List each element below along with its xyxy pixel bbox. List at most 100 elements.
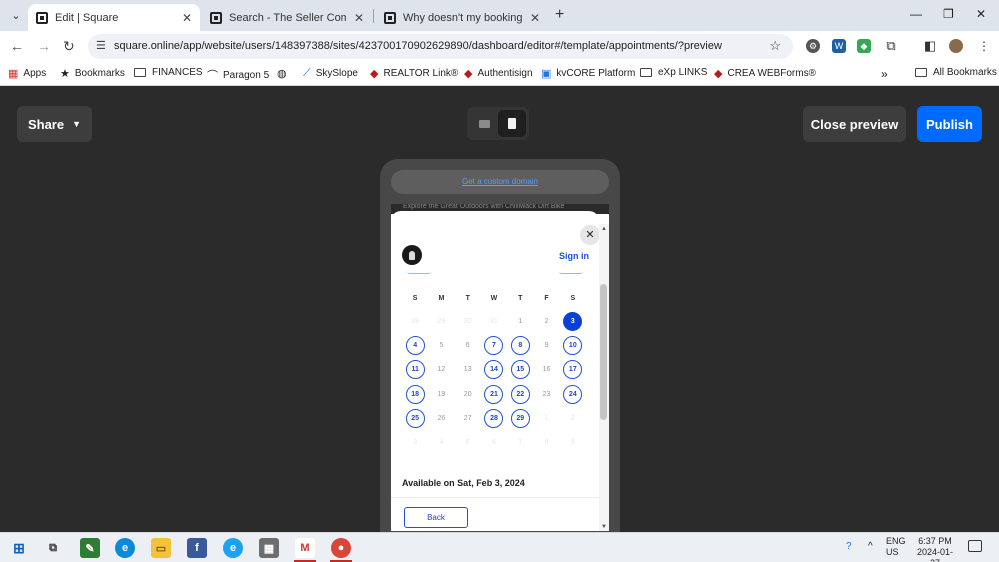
bookmark-star-icon[interactable]: ☆ bbox=[769, 38, 781, 54]
bookmark-exp-links[interactable]: eXp LINKS bbox=[640, 67, 707, 78]
address-bar[interactable]: ☰ square.online/app/website/users/148397… bbox=[88, 34, 793, 59]
windows-start-icon[interactable]: ⊞ bbox=[9, 538, 29, 558]
forward-arrow-icon[interactable]: → bbox=[37, 38, 51, 54]
calendar-day-available[interactable]: 28 bbox=[484, 408, 504, 428]
calendar-day-available[interactable]: 10 bbox=[563, 335, 583, 355]
site-info-icon[interactable]: ☰ bbox=[96, 39, 106, 52]
file-explorer-icon[interactable]: ▭ bbox=[151, 538, 171, 558]
mobile-view-button[interactable] bbox=[498, 110, 526, 137]
extension-w-icon[interactable]: W bbox=[832, 39, 846, 53]
window-close-icon[interactable]: ✕ bbox=[976, 7, 986, 21]
share-button[interactable]: Share ▼ bbox=[17, 106, 92, 142]
bookmark-bookmarks[interactable]: ★ Bookmarks bbox=[60, 67, 125, 80]
tab-edit-square[interactable]: Edit | Square ✕ bbox=[28, 4, 200, 31]
calendar-week: 25 26 27 28 29 1 2 bbox=[402, 406, 586, 430]
extension-gear-icon[interactable]: ⚙ bbox=[806, 39, 820, 53]
side-panel-icon[interactable]: ◧ bbox=[923, 39, 937, 53]
extensions-puzzle-icon[interactable]: ⧉ bbox=[884, 39, 898, 53]
back-button[interactable]: Back bbox=[404, 507, 468, 528]
new-tab-plus-icon[interactable]: + bbox=[555, 6, 564, 24]
bookmark-skyslope[interactable]: ⟋ SkySlope bbox=[303, 67, 358, 80]
tab-close-icon[interactable]: ✕ bbox=[182, 11, 192, 25]
calculator-icon[interactable]: ▦ bbox=[259, 538, 279, 558]
calendar-day-available[interactable]: 17 bbox=[563, 360, 583, 380]
calendar-day-available[interactable]: 25 bbox=[405, 408, 425, 428]
weekday-label: T bbox=[518, 295, 523, 302]
gmail-icon[interactable]: M bbox=[295, 538, 315, 558]
desktop-view-button[interactable] bbox=[470, 110, 498, 137]
square-favicon-icon bbox=[384, 11, 396, 24]
bookmark-finances[interactable]: FINANCES bbox=[134, 67, 203, 78]
scroll-down-arrow-icon[interactable]: ▼ bbox=[601, 524, 607, 530]
tab-close-icon[interactable]: ✕ bbox=[530, 11, 540, 25]
calendar-day: 6 bbox=[465, 341, 470, 349]
modal-close-icon[interactable]: ✕ bbox=[580, 225, 600, 245]
extension-colorful-icon[interactable]: ◆ bbox=[857, 39, 871, 53]
bookmark-crea-webforms[interactable]: ◆ CREA WEBForms® bbox=[714, 67, 816, 80]
task-view-icon[interactable]: ⧉ bbox=[43, 538, 63, 558]
scrollbar-thumb[interactable] bbox=[600, 284, 607, 420]
calendar-day: 2 bbox=[570, 414, 575, 422]
tab-search-chevron-icon[interactable]: ⌄ bbox=[6, 6, 26, 26]
bookmark-apps[interactable]: ▦ Apps bbox=[8, 67, 46, 80]
device-toggle bbox=[467, 107, 529, 140]
restore-icon[interactable]: ❐ bbox=[943, 7, 954, 21]
tab-close-icon[interactable]: ✕ bbox=[354, 11, 364, 25]
calendar-day-available[interactable]: 21 bbox=[484, 384, 504, 404]
minimize-icon[interactable]: — bbox=[910, 7, 922, 21]
publish-button[interactable]: Publish bbox=[917, 106, 982, 142]
internet-explorer-icon[interactable]: e bbox=[223, 538, 243, 558]
bookmarks-overflow-chevron-icon[interactable]: » bbox=[881, 67, 888, 81]
help-icon[interactable]: ? bbox=[846, 541, 852, 552]
calendar-day: 31 bbox=[490, 317, 498, 325]
more-menu-icon[interactable]: ⋮ bbox=[977, 39, 991, 53]
realtor-diamond-icon: ◆ bbox=[370, 68, 379, 80]
bookmark-kvcore[interactable]: ▣ kvCORE Platform bbox=[541, 67, 635, 80]
url-text[interactable]: square.online/app/website/users/14839738… bbox=[114, 40, 722, 52]
tab-booking-availability[interactable]: Why doesn't my booking availa ✕ bbox=[376, 4, 548, 31]
bookmark-all-bookmarks[interactable]: All Bookmarks bbox=[915, 67, 997, 78]
bookmark-realtor-link[interactable]: ◆ REALTOR Link® bbox=[370, 67, 458, 80]
calendar-day-available[interactable]: 15 bbox=[510, 360, 530, 380]
system-clock[interactable]: 6:37 PM 2024-01-27 bbox=[912, 536, 958, 562]
divider bbox=[391, 497, 599, 498]
tray-chevron-icon[interactable]: ^ bbox=[868, 541, 873, 552]
calendar-day-available[interactable]: 8 bbox=[510, 335, 530, 355]
evernote-icon[interactable]: ✎ bbox=[80, 538, 100, 558]
bookmark-authentisign[interactable]: ◆ Authentisign bbox=[464, 67, 533, 80]
calendar-day-available[interactable]: 29 bbox=[510, 408, 530, 428]
bookmark-globe[interactable]: ◍ bbox=[277, 67, 292, 80]
calendar-day: 13 bbox=[463, 366, 472, 374]
scroll-up-arrow-icon[interactable]: ▲ bbox=[601, 226, 607, 232]
apps-grid-icon: ▦ bbox=[8, 68, 19, 80]
calendar-day-available[interactable]: 11 bbox=[405, 360, 425, 380]
browser-toolbar: ← → ↻ ☰ square.online/app/website/users/… bbox=[0, 31, 999, 61]
notifications-icon[interactable] bbox=[968, 540, 982, 552]
close-preview-button[interactable]: Close preview bbox=[803, 106, 906, 142]
sign-in-link[interactable]: Sign in bbox=[559, 251, 589, 261]
booking-modal: ✕ Sign in SMTWTFS 28 29 30 31 1 2 3 4 5 6 7 8 9 10 11 1… bbox=[391, 211, 600, 531]
calendar-day-available[interactable]: 7 bbox=[484, 335, 504, 355]
calendar-day-available[interactable]: 22 bbox=[510, 384, 530, 404]
facebook-icon[interactable]: f bbox=[187, 538, 207, 558]
calendar-day-available[interactable]: 4 bbox=[405, 335, 425, 355]
calendar-day-available[interactable]: 24 bbox=[563, 384, 583, 404]
tab-seller-community[interactable]: Search - The Seller Community ✕ bbox=[202, 4, 372, 31]
back-arrow-icon[interactable]: ← bbox=[10, 38, 24, 54]
calendar-day-selected[interactable]: 3 bbox=[563, 311, 583, 331]
reload-icon[interactable]: ↻ bbox=[63, 38, 75, 55]
modal-scrollbar[interactable]: ▲ ▼ bbox=[599, 224, 609, 531]
chrome-icon[interactable]: ● bbox=[331, 538, 351, 558]
calendar-day: 23 bbox=[542, 390, 551, 398]
edge-browser-icon[interactable]: e bbox=[115, 538, 135, 558]
calendar-day-available[interactable]: 18 bbox=[405, 384, 425, 404]
calendar-day: 27 bbox=[463, 414, 472, 422]
custom-domain-link[interactable]: Get a custom domain bbox=[391, 170, 609, 194]
calendar-day-available[interactable]: 14 bbox=[484, 360, 504, 380]
profile-avatar[interactable] bbox=[949, 39, 963, 53]
logo-mark bbox=[409, 250, 415, 260]
input-language[interactable]: ENG US bbox=[886, 536, 906, 558]
bookmark-paragon[interactable]: ⌒ Paragon 5 bbox=[207, 67, 269, 83]
clock-date: 2024-01-27 bbox=[916, 547, 954, 562]
tab-title: Search - The Seller Community bbox=[229, 11, 346, 24]
